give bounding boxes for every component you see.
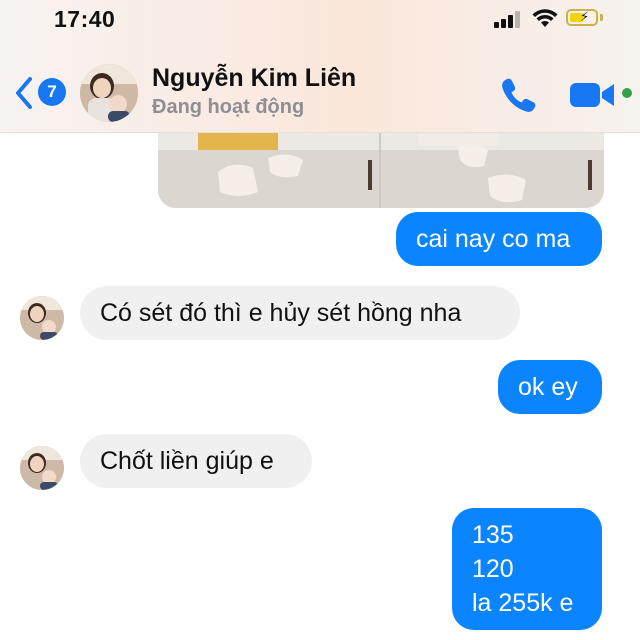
contact-avatar[interactable] <box>80 64 138 122</box>
online-indicator <box>622 88 632 98</box>
outgoing-message[interactable]: ok ey <box>498 360 602 414</box>
contact-name: Nguyễn Kim Liên <box>152 64 357 92</box>
wifi-icon <box>532 9 558 27</box>
video-camera-icon <box>570 83 614 107</box>
outgoing-message[interactable]: 135 120 la 255k e <box>452 508 602 630</box>
contact-avatar-small[interactable] <box>20 296 64 340</box>
chevron-left-icon <box>16 77 32 109</box>
cellular-signal-icon <box>494 10 524 28</box>
active-status: Đang hoạt động <box>152 96 305 118</box>
audio-call-button[interactable] <box>498 74 542 114</box>
incoming-message[interactable]: Có sét đó thì e hủy sét hồng nha <box>80 286 520 340</box>
incoming-message[interactable]: Chốt liền giúp e <box>80 434 312 488</box>
outgoing-message[interactable]: cai nay co ma <box>396 212 602 266</box>
shared-photo[interactable] <box>158 120 604 208</box>
status-time: 17:40 <box>54 6 116 32</box>
video-call-button[interactable] <box>568 74 630 114</box>
message-line: 120 <box>472 555 514 583</box>
message-line: 135 <box>472 521 514 549</box>
conversation-header: 17:40 ⚡ 7 Nguyễn Kim Liên Đang hoạt động <box>0 0 640 133</box>
message-line: la 255k e <box>472 589 574 617</box>
battery-icon: ⚡ <box>566 9 598 26</box>
phone-icon <box>502 78 536 112</box>
back-button[interactable]: 7 <box>14 72 74 114</box>
contact-avatar-small[interactable] <box>20 446 64 490</box>
unread-count-badge: 7 <box>38 78 66 106</box>
battery-tip <box>600 14 603 21</box>
